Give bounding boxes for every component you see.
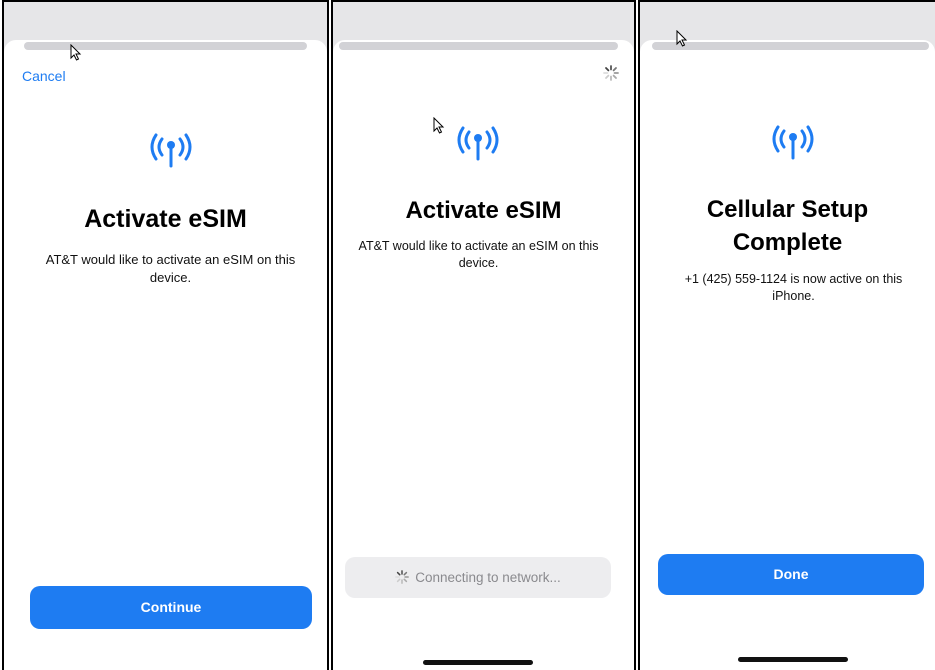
loading-spinner-icon <box>395 570 409 584</box>
sheet-grabber[interactable] <box>652 42 929 50</box>
continue-button[interactable]: Continue <box>30 586 312 629</box>
status-label: Connecting to network... <box>415 570 561 585</box>
done-button[interactable]: Done <box>658 554 924 595</box>
loading-spinner-icon <box>603 65 619 81</box>
cellular-antenna-icon <box>770 122 816 162</box>
home-indicator[interactable] <box>423 660 533 665</box>
page-title: Activate eSIM <box>405 197 562 224</box>
connecting-status-button: Connecting to network... <box>345 557 611 598</box>
cellular-setup-complete-screen: Cellular Setup Complete +1 (425) 559-112… <box>638 0 935 670</box>
description-text: AT&T would like to activate an eSIM on t… <box>45 252 296 285</box>
mouse-cursor-icon <box>676 30 688 47</box>
sheet-grabber[interactable] <box>339 42 618 50</box>
cellular-antenna-icon <box>148 130 194 170</box>
page-title-line-1: Cellular Setup <box>706 196 869 223</box>
mouse-cursor-icon <box>433 117 445 134</box>
page-title: Activate eSIM <box>84 205 247 233</box>
page-title-line-2: Complete <box>732 229 843 256</box>
activate-esim-screen: Cancel Activate eSIM AT&T would like to … <box>2 0 329 670</box>
description-text: AT&T would like to activate an eSIM on t… <box>358 239 599 270</box>
activating-esim-screen: Activate eSIM AT&T would like to activat… <box>331 0 636 670</box>
home-indicator[interactable] <box>738 657 848 662</box>
cancel-button[interactable]: Cancel <box>22 68 66 84</box>
mouse-cursor-icon <box>70 44 82 61</box>
cellular-antenna-icon <box>455 123 501 163</box>
description-text: +1 (425) 559-1124 is now active on this … <box>684 272 903 303</box>
sheet-grabber[interactable] <box>24 42 307 50</box>
